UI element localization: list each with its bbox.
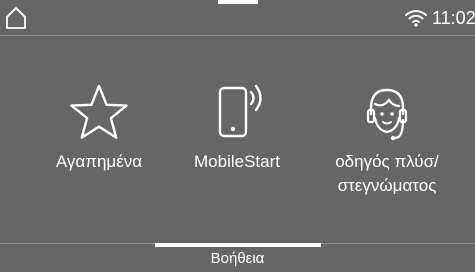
favorites-label: Αγαπημένα — [55, 152, 143, 171]
home-icon[interactable] — [5, 6, 27, 30]
headset-person-icon — [366, 88, 408, 141]
wash-dry-guide-tile[interactable]: οδηγός πλύσ/ στεγνώματος — [308, 80, 466, 230]
star-icon — [70, 84, 128, 139]
wifi-icon — [405, 10, 427, 27]
mobilestart-tile[interactable]: MobileStart — [158, 80, 316, 230]
mobilestart-label: MobileStart — [194, 152, 280, 171]
favorites-tile[interactable]: Αγαπημένα — [20, 80, 178, 230]
status-time: 11:02 — [432, 8, 475, 28]
wash-dry-guide-label: οδηγός πλύσ/ στεγνώματος — [335, 152, 439, 195]
top-pull-handle[interactable] — [218, 0, 258, 4]
status-bar: 11:02 — [0, 0, 475, 36]
bottom-pull-handle[interactable] — [155, 243, 321, 247]
phone-signal-icon — [218, 84, 262, 138]
help-button[interactable]: Βοήθεια — [0, 250, 475, 268]
